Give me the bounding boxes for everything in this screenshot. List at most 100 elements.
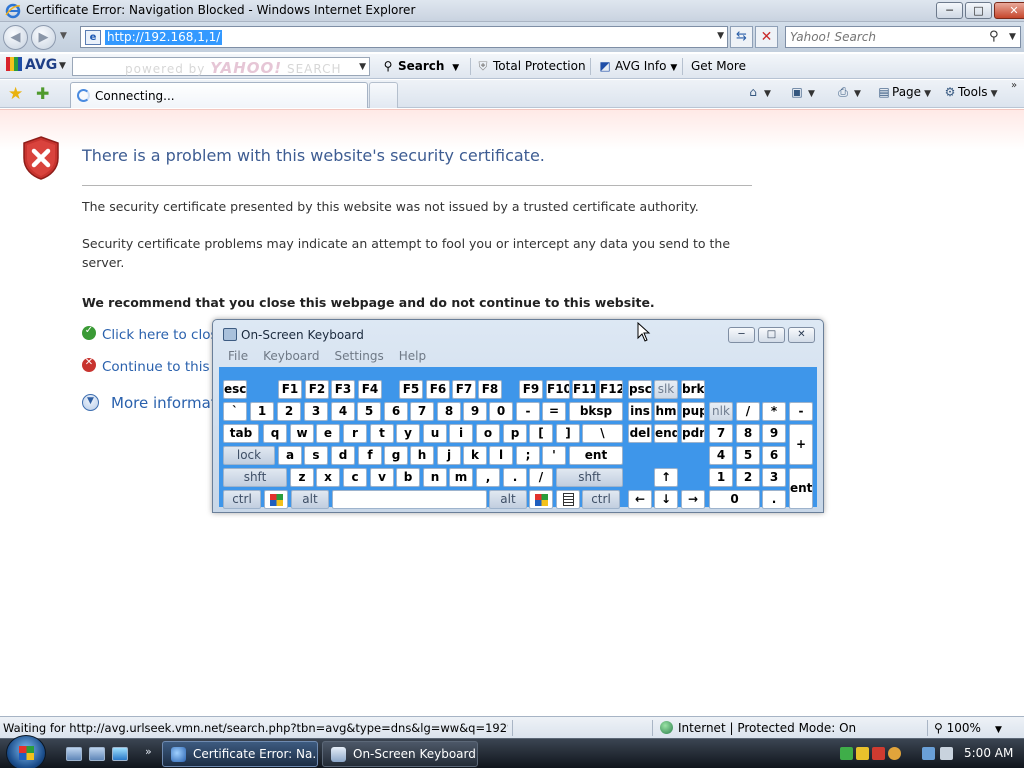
osk-menu-help[interactable]: Help [399,349,426,366]
key-backtick[interactable]: ` [223,402,247,421]
osk-menu-keyboard[interactable]: Keyboard [263,349,319,366]
tab-active[interactable]: Connecting... [70,82,368,108]
tools-menu-button[interactable]: ⚙ Tools ▼ [942,85,998,99]
key-arrow-left[interactable]: ← [628,490,652,509]
refresh-button[interactable]: ⇆ [730,26,753,48]
avg-search-button[interactable]: ⚲ Search ▼ [381,59,460,73]
key-q[interactable]: q [263,424,287,443]
key-arrow-up[interactable]: ↑ [654,468,678,487]
osk-menu-settings[interactable]: Settings [335,349,384,366]
key-f5[interactable]: F5 [399,380,423,399]
internet-explorer-quicklaunch-icon[interactable] [112,747,128,761]
home-button[interactable]: ⌂ ▼ [745,85,771,99]
key-right-bracket[interactable]: ] [556,424,580,443]
key-num-multiply[interactable]: * [762,402,786,421]
key-f4[interactable]: F4 [358,380,382,399]
key-f6[interactable]: F6 [426,380,450,399]
avg-search-field[interactable]: powered by YAHOO! SEARCH ▼ [72,57,370,77]
key-num-6[interactable]: 6 [762,446,786,465]
key-num-0[interactable]: 0 [709,490,760,509]
key-tab[interactable]: tab [223,424,259,443]
add-favorites-icon[interactable]: ✚ [36,84,49,103]
close-page-link[interactable]: ✓ Click here to close [82,325,226,343]
key-a[interactable]: a [278,446,302,465]
key-8[interactable]: 8 [437,402,461,421]
key-f9[interactable]: F9 [519,380,543,399]
network-status-icon[interactable] [856,747,869,760]
key-period[interactable]: . [503,468,527,487]
page-menu-button[interactable]: ▤ Page ▼ [876,85,931,99]
avg-tray-icon[interactable] [840,747,853,760]
key-e[interactable]: e [316,424,340,443]
key-left-shift[interactable]: shft [223,468,287,487]
key-f3[interactable]: F3 [331,380,355,399]
key-break[interactable]: brk [681,380,705,399]
key-o[interactable]: o [476,424,500,443]
switch-windows-icon[interactable] [89,747,105,761]
title-bar[interactable]: Certificate Error: Navigation Blocked - … [0,0,1024,22]
key-f[interactable]: f [358,446,382,465]
key-d[interactable]: d [331,446,355,465]
get-more-button[interactable]: Get More [691,59,746,73]
on-screen-keyboard-window[interactable]: On-Screen Keyboard ─ □ ✕ File Keyboard S… [212,319,824,513]
key-1[interactable]: 1 [250,402,274,421]
key-insert[interactable]: ins [628,402,652,421]
key-4[interactable]: 4 [331,402,355,421]
key-x[interactable]: x [316,468,340,487]
maximize-button[interactable]: □ [965,2,992,19]
new-tab-button[interactable] [369,82,398,108]
zoom-level-button[interactable]: ⚲ 100% ▼ [934,721,1002,735]
key-print-screen[interactable]: psc [628,380,652,399]
minimize-button[interactable]: ─ [936,2,963,19]
security-zone[interactable]: Internet | Protected Mode: On [660,721,856,735]
updates-icon[interactable] [888,747,901,760]
key-p[interactable]: p [503,424,527,443]
key-num-subtract[interactable]: - [789,402,813,421]
key-l[interactable]: l [489,446,513,465]
key-f11[interactable]: F11 [572,380,596,399]
key-3[interactable]: 3 [304,402,328,421]
osk-menu-file[interactable]: File [228,349,248,366]
key-num-7[interactable]: 7 [709,424,733,443]
key-home[interactable]: hm [654,402,678,421]
osk-maximize-button[interactable]: □ [758,327,785,343]
forward-button[interactable]: ▶ [31,25,56,50]
key-2[interactable]: 2 [277,402,301,421]
osk-close-button[interactable]: ✕ [788,327,815,343]
quicklaunch-overflow-icon[interactable]: » [145,745,152,758]
toolbar-overflow-chevron-icon[interactable]: » [1011,80,1017,91]
key-delete[interactable]: del [628,424,652,443]
key-y[interactable]: y [396,424,420,443]
key-t[interactable]: t [370,424,394,443]
search-input[interactable] [790,29,986,45]
key-f8[interactable]: F8 [478,380,502,399]
key-num-enter[interactable]: ent [789,468,813,509]
key-enter[interactable]: ent [569,446,623,465]
key-right-alt[interactable]: alt [489,490,527,509]
key-quote[interactable]: ' [542,446,566,465]
address-url[interactable]: http://192.168,1,1/ [105,30,223,45]
key-semicolon[interactable]: ; [516,446,540,465]
security-alert-icon[interactable] [872,747,885,760]
back-button[interactable]: ◀ [3,25,28,50]
start-button[interactable] [6,735,46,768]
key-num-5[interactable]: 5 [736,446,760,465]
key-num-add[interactable]: + [789,424,813,465]
key-v[interactable]: v [370,468,394,487]
key-u[interactable]: u [423,424,447,443]
key-f1[interactable]: F1 [278,380,302,399]
favorites-star-icon[interactable]: ★ [8,84,23,104]
key-s[interactable]: s [304,446,328,465]
key-6[interactable]: 6 [384,402,408,421]
history-dropdown-icon[interactable]: ▼ [60,31,67,41]
key-f10[interactable]: F10 [546,380,570,399]
key-num-decimal[interactable]: . [762,490,786,509]
key-n[interactable]: n [423,468,447,487]
key-comma[interactable]: , [476,468,500,487]
key-num-3[interactable]: 3 [762,468,786,487]
key-right-windows[interactable] [529,490,553,509]
key-h[interactable]: h [410,446,434,465]
volume-muted-icon[interactable] [940,747,953,760]
key-minus[interactable]: - [516,402,540,421]
key-left-ctrl[interactable]: ctrl [223,490,261,509]
